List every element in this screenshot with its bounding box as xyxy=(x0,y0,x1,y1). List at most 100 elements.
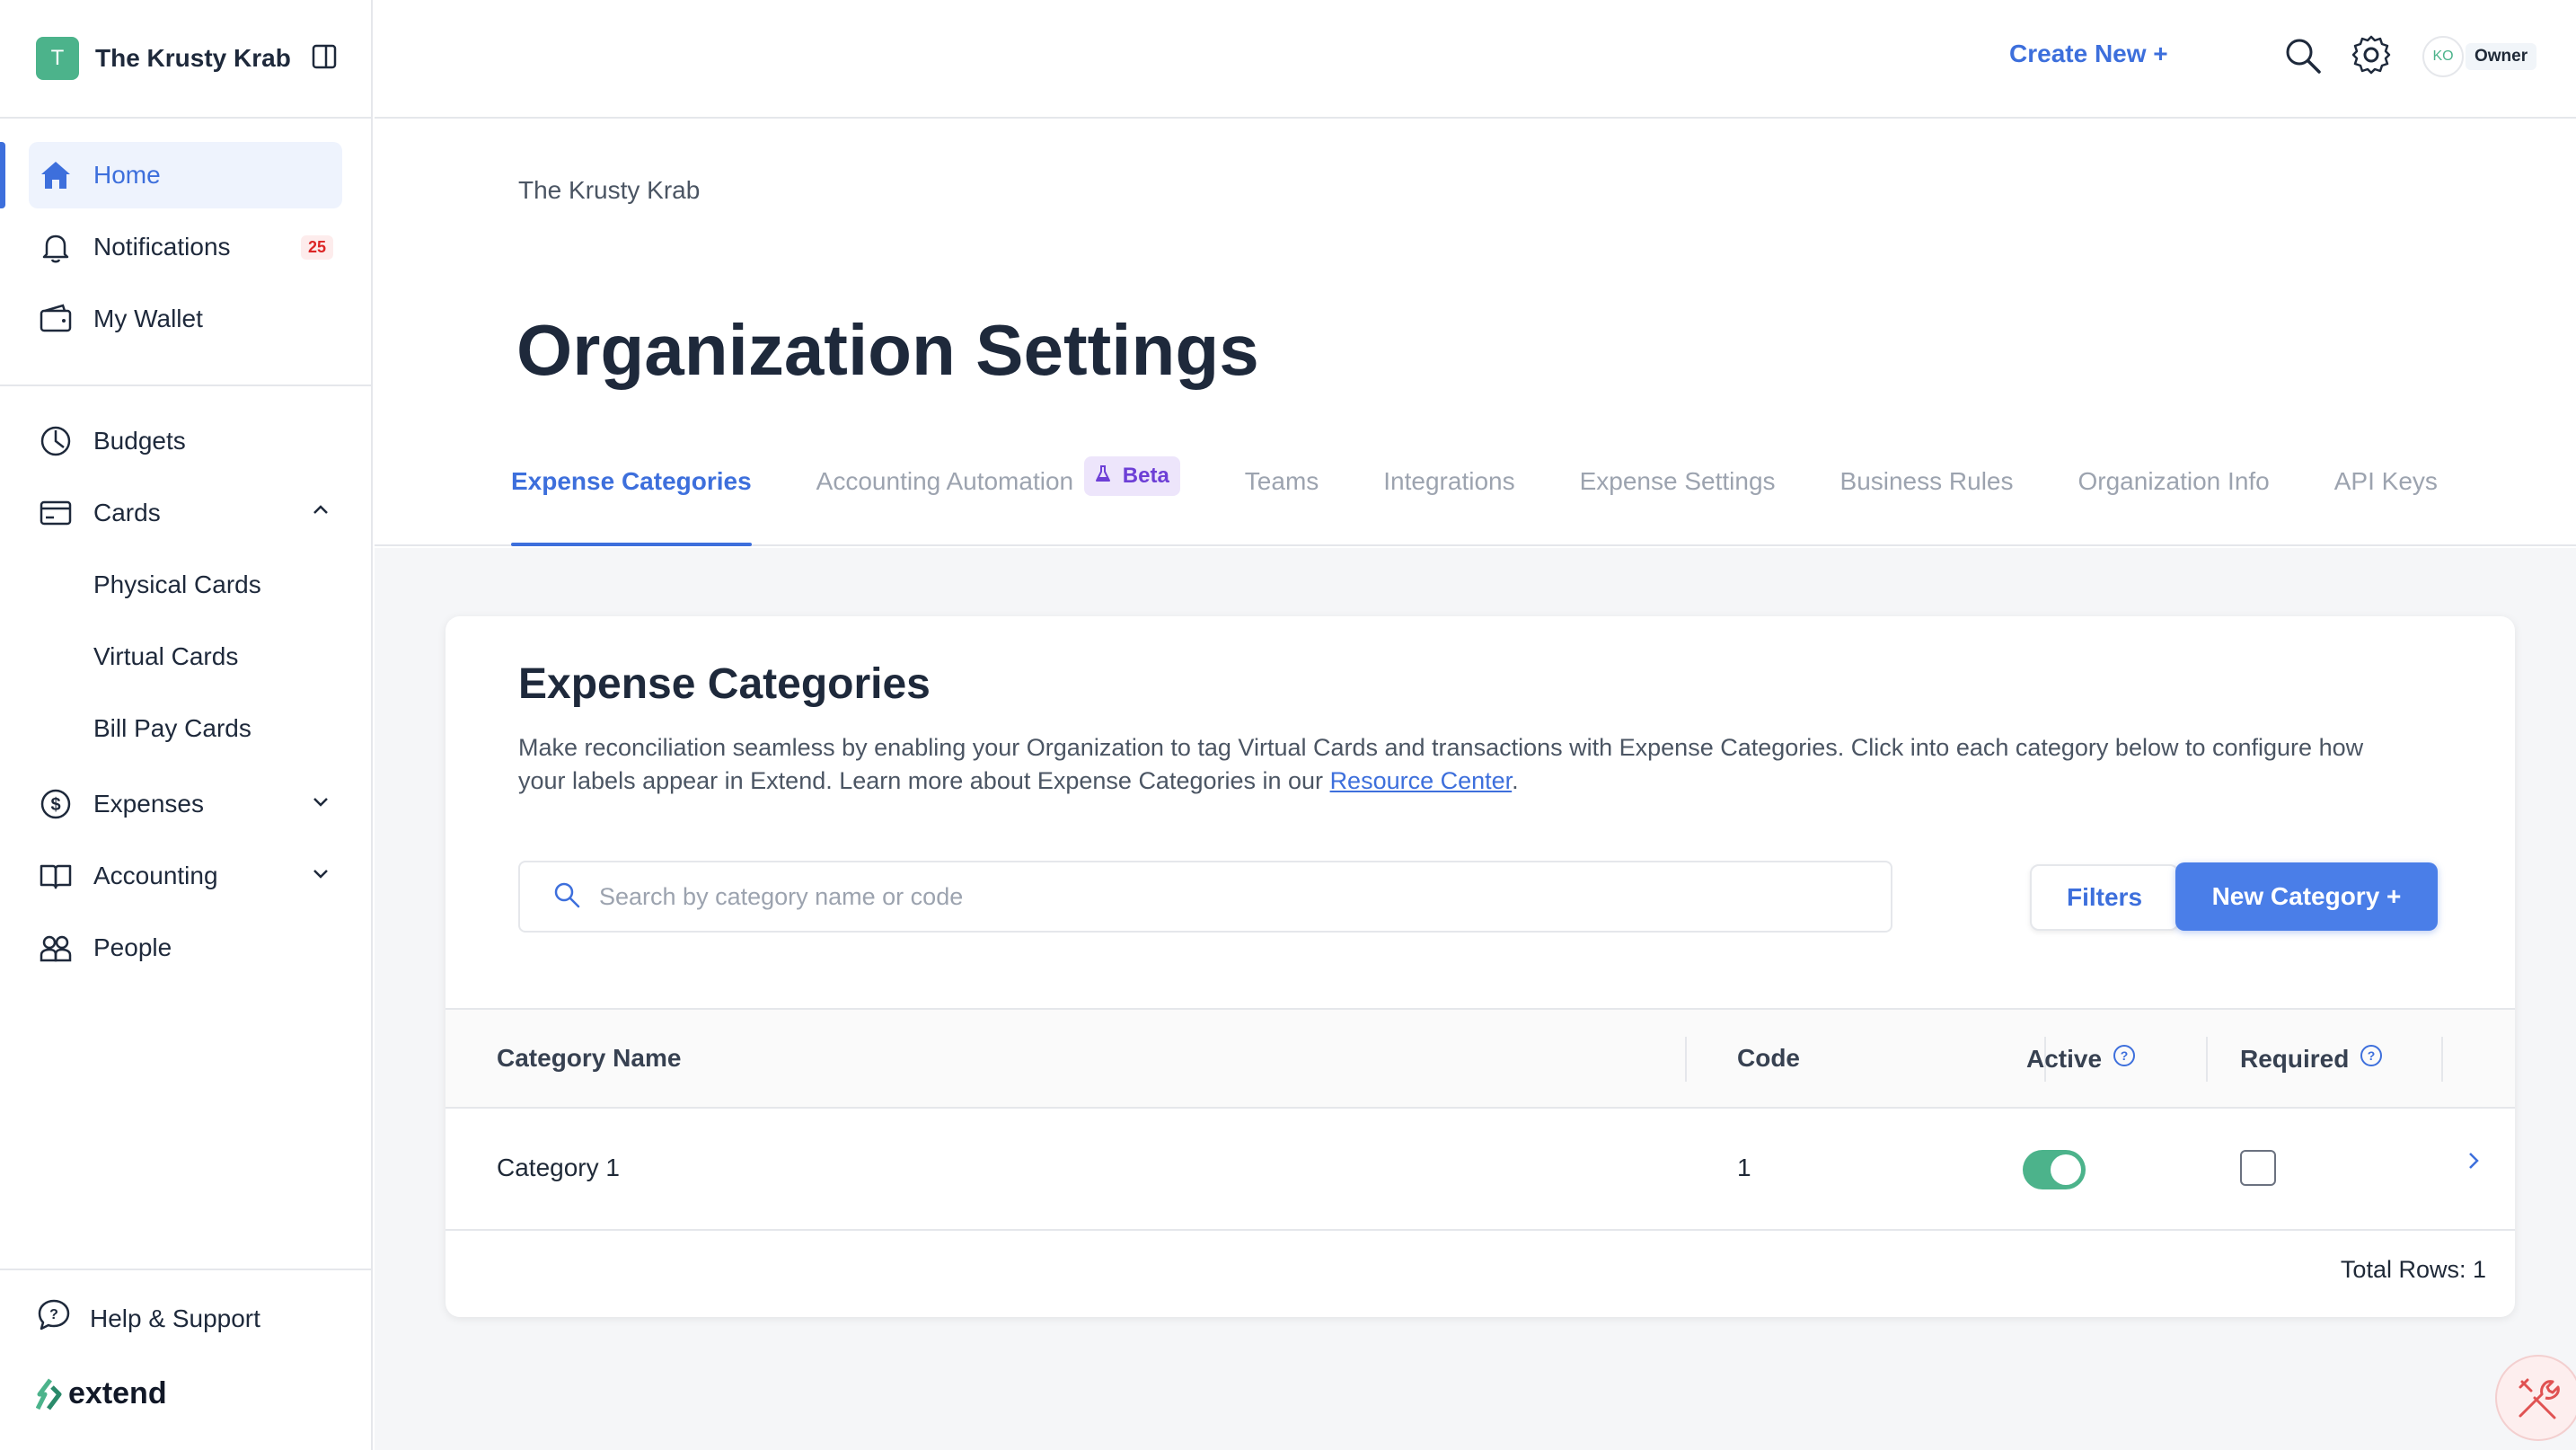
sidebar-item-label: Home xyxy=(93,161,161,189)
tab-teams[interactable]: Teams xyxy=(1245,464,1319,546)
svg-text:?: ? xyxy=(2368,1048,2376,1063)
sidebar-item-label: People xyxy=(93,933,172,961)
chevron-down-icon[interactable] xyxy=(310,790,331,818)
tab-organization-info[interactable]: Organization Info xyxy=(2078,464,2270,546)
resource-center-link[interactable]: Resource Center xyxy=(1330,767,1513,794)
sidebar-collapse-icon[interactable] xyxy=(311,43,338,75)
sidebar-item-expenses[interactable]: $ Expenses xyxy=(29,771,342,837)
tab-label: Teams xyxy=(1244,467,1319,495)
sidebar-item-accounting[interactable]: Accounting xyxy=(29,843,342,909)
expense-categories-card: Expense Categories Make reconciliation s… xyxy=(446,616,2515,1317)
flask-icon xyxy=(1096,465,1111,482)
total-rows: Total Rows: 1 xyxy=(2340,1256,2486,1283)
notifications-count-badge: 25 xyxy=(300,234,333,260)
column-divider xyxy=(1685,1037,1687,1082)
sidebar-item-label: Notifications xyxy=(93,233,231,261)
org-name[interactable]: The Krusty Krab xyxy=(95,44,291,73)
sidebar-item-label: Accounting xyxy=(93,862,218,889)
tools-icon xyxy=(2519,1378,2560,1419)
search-icon[interactable] xyxy=(2283,36,2323,80)
active-toggle[interactable] xyxy=(2023,1150,2086,1189)
sidebar-item-label: My Wallet xyxy=(93,305,203,332)
tab-label: Organization Info xyxy=(2078,467,2270,495)
tab-label: Business Rules xyxy=(1839,467,2014,495)
gear-icon[interactable] xyxy=(2351,34,2392,80)
col-required[interactable]: Required ? xyxy=(2240,1044,2383,1074)
sidebar-item-physical-cards[interactable]: Physical Cards xyxy=(29,552,342,618)
beta-label: Beta xyxy=(1122,464,1169,488)
card-description: Make reconciliation seamless by enabling… xyxy=(518,731,2404,798)
col-active[interactable]: Active ? xyxy=(2026,1044,2136,1074)
sidebar-item-bill-pay-cards[interactable]: Bill Pay Cards xyxy=(29,695,342,762)
wallet-icon xyxy=(36,299,75,339)
sidebar-item-my-wallet[interactable]: My Wallet xyxy=(29,286,342,352)
sidebar-item-home[interactable]: Home xyxy=(0,142,342,208)
breadcrumb[interactable]: The Krusty Krab xyxy=(518,176,700,205)
dollar-icon: $ xyxy=(36,784,75,824)
nav-group-secondary: Budgets Cards Physical Cards Virtual Car… xyxy=(0,386,371,1008)
help-chat-icon: ? xyxy=(36,1297,72,1339)
chevron-up-icon[interactable] xyxy=(310,499,331,527)
col-label: Required xyxy=(2240,1044,2350,1073)
chevron-down-icon[interactable] xyxy=(310,862,331,890)
page-title: Organization Settings xyxy=(516,310,1259,390)
svg-text:$: $ xyxy=(50,795,60,815)
tab-label: Expense Categories xyxy=(511,467,752,495)
new-category-button[interactable]: New Category + xyxy=(2175,862,2438,931)
settings-tabs: Expense Categories Accounting Automation… xyxy=(496,456,2438,546)
page-header: The Krusty Krab Organization Settings Ex… xyxy=(375,120,2576,546)
tab-expense-categories[interactable]: Expense Categories xyxy=(511,464,752,546)
card-icon xyxy=(36,493,75,533)
tab-label: Accounting Automation xyxy=(816,467,1074,495)
search-input[interactable] xyxy=(599,882,1857,911)
tab-integrations[interactable]: Integrations xyxy=(1383,464,1514,546)
sidebar: T The Krusty Krab Home Notifications 25 … xyxy=(0,0,373,1450)
tab-label: Expense Settings xyxy=(1579,467,1776,495)
col-label: Active xyxy=(2026,1044,2103,1073)
sidebar-item-budgets[interactable]: Budgets xyxy=(29,408,342,474)
extend-logo: extend xyxy=(36,1376,167,1411)
tab-business-rules[interactable]: Business Rules xyxy=(1840,464,2014,546)
sidebar-item-notifications[interactable]: Notifications 25 xyxy=(29,214,342,280)
help-support-link[interactable]: ? Help & Support xyxy=(36,1297,260,1339)
main-content: Expense Categories Make reconciliation s… xyxy=(375,548,2576,1450)
card-title: Expense Categories xyxy=(518,660,931,708)
col-label: Code xyxy=(1737,1044,1800,1072)
description-end: . xyxy=(1512,767,1519,794)
tab-label: Integrations xyxy=(1383,467,1515,495)
svg-text:?: ? xyxy=(2121,1048,2129,1063)
sidebar-item-cards[interactable]: Cards xyxy=(29,480,342,546)
sidebar-item-virtual-cards[interactable]: Virtual Cards xyxy=(29,623,342,690)
user-avatar[interactable]: KO xyxy=(2422,36,2464,77)
tab-accounting-automation[interactable]: Accounting Automation Beta xyxy=(816,456,1180,546)
brand-name: extend xyxy=(68,1376,167,1410)
col-code[interactable]: Code xyxy=(1737,1044,1800,1073)
tab-expense-settings[interactable]: Expense Settings xyxy=(1580,464,1776,546)
dev-tools-button[interactable] xyxy=(2495,1355,2576,1441)
book-icon xyxy=(36,856,75,896)
home-icon xyxy=(36,155,75,195)
create-new-button[interactable]: Create New + xyxy=(2009,40,2168,68)
table-header: Category Name Code Active ? Required ? xyxy=(446,1008,2515,1109)
bell-icon xyxy=(36,227,75,267)
sidebar-footer: ? Help & Support extend xyxy=(0,1269,371,1450)
category-search xyxy=(518,861,1892,933)
help-circle-icon[interactable]: ? xyxy=(2360,1044,2383,1074)
category-code-cell: 1 xyxy=(1737,1154,1751,1181)
column-divider xyxy=(2441,1037,2443,1082)
top-bar: Create New + KO Owner xyxy=(375,0,2576,119)
table-row[interactable]: Category 1 1 xyxy=(446,1109,2515,1231)
required-checkbox[interactable] xyxy=(2240,1150,2276,1186)
sidebar-item-people[interactable]: People xyxy=(29,915,342,981)
filters-button[interactable]: Filters xyxy=(2030,864,2179,931)
org-avatar[interactable]: T xyxy=(36,37,79,80)
help-support-label: Help & Support xyxy=(90,1304,260,1332)
col-label: Category Name xyxy=(497,1044,682,1072)
tab-api-keys[interactable]: API Keys xyxy=(2334,464,2438,546)
col-category-name[interactable]: Category Name xyxy=(497,1044,681,1073)
chevron-right-icon[interactable] xyxy=(2463,1150,2484,1176)
role-badge: Owner xyxy=(2466,43,2537,70)
help-circle-icon[interactable]: ? xyxy=(2113,1044,2136,1074)
category-name-cell: Category 1 xyxy=(497,1154,620,1181)
people-icon xyxy=(36,928,75,968)
